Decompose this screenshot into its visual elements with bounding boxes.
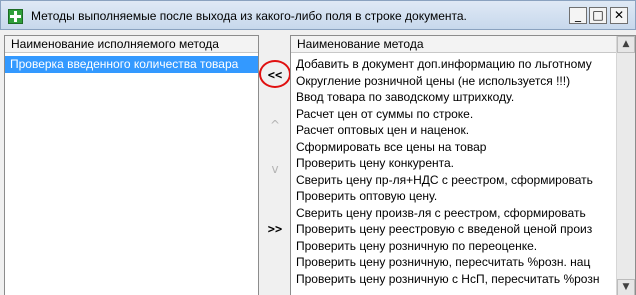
available-methods-header[interactable]: Наименование метода [291, 36, 635, 53]
scroll-down-icon[interactable]: ▼ [617, 279, 635, 295]
app-plus-icon [8, 9, 23, 24]
move-up-button[interactable]: ^ [264, 114, 286, 136]
vertical-scrollbar[interactable]: ▲ ▼ [616, 36, 635, 295]
list-item[interactable]: Проверить цену реестровую с введеной цен… [291, 221, 635, 238]
move-right-button[interactable]: >> [264, 218, 286, 240]
move-down-button[interactable]: v [264, 158, 286, 180]
list-item[interactable]: Округление розничной цены (не использует… [291, 73, 635, 90]
list-item[interactable]: Проверить цену розничную по переоценке. [291, 238, 635, 255]
title-bar: Методы выполняемые после выхода из каког… [0, 0, 636, 30]
scroll-up-icon[interactable]: ▲ [617, 36, 635, 53]
list-item[interactable]: Проверить цену розничную с НсП, пересчит… [291, 271, 635, 288]
list-item[interactable]: Проверка введенного количества товара [5, 56, 258, 73]
list-item[interactable]: Сверить цену пр-ля+НДС с реестром, сформ… [291, 172, 635, 189]
list-item[interactable]: Проверить оптовую цену. [291, 188, 635, 205]
executed-methods-list[interactable]: Наименование исполняемого метода Проверк… [4, 35, 259, 295]
list-item[interactable]: Расчет оптовых цен и наценок. [291, 122, 635, 139]
window-title: Методы выполняемые после выхода из каког… [31, 9, 467, 23]
list-item[interactable]: Добавить в документ доп.информацию по ль… [291, 56, 635, 73]
maximize-button[interactable]: □ [589, 7, 607, 24]
list-item[interactable]: Сверить цену произв-ля с реестром, сформ… [291, 205, 635, 222]
list-item[interactable]: Сформировать все цены на товар [291, 139, 635, 156]
list-item[interactable]: Ввод товара по заводскому штрихкоду. [291, 89, 635, 106]
close-button[interactable]: ✕ [610, 7, 628, 24]
minimize-button[interactable]: _ [569, 7, 587, 24]
move-left-button[interactable]: << [264, 64, 286, 86]
list-item[interactable]: Проверить цену конкурента. [291, 155, 635, 172]
list-item[interactable]: Проверить цену розничную, пересчитать %р… [291, 254, 635, 271]
list-item[interactable]: Расчет цен от суммы по строке. [291, 106, 635, 123]
executed-methods-header[interactable]: Наименование исполняемого метода [5, 36, 258, 53]
available-methods-list[interactable]: Наименование метода Добавить в документ … [290, 35, 636, 295]
